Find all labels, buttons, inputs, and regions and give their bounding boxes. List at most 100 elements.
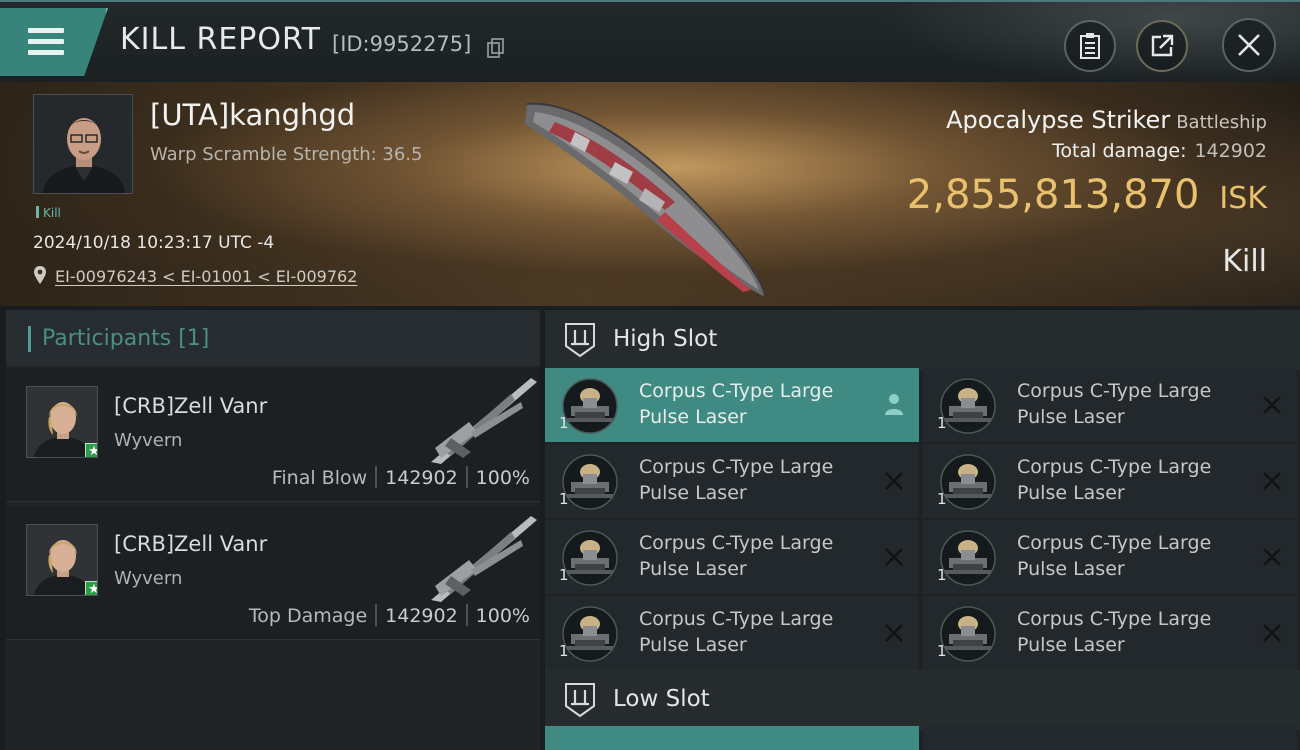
module-name: Corpus C-Type Large Pulse Laser — [1017, 530, 1247, 582]
participant-percent: 100% — [475, 605, 530, 627]
module-slot[interactable]: 1 Corpus C-Type Large Pulse Laser — [923, 444, 1297, 518]
module-quantity: 1 — [937, 414, 947, 432]
participants-panel: Participants [1] ★ [CRB]Zell Vanr Wyvern… — [6, 310, 540, 750]
copy-icon[interactable] — [487, 38, 505, 58]
participant-row[interactable]: ★ [CRB]Zell Vanr Wyvern Top Damage 142902… — [6, 506, 540, 640]
location-pin-icon — [34, 266, 46, 284]
low-slot-module-partial[interactable] — [923, 726, 1297, 750]
module-name-line1: Corpus C-Type Large — [1017, 608, 1212, 630]
destroyed-x-icon — [885, 472, 903, 490]
module-quantity: 1 — [559, 642, 569, 660]
module-slot[interactable]: 1 Corpus C-Type Large Pulse Laser — [545, 520, 919, 594]
participant-ship-image[interactable] — [411, 510, 541, 606]
kill-tag-label: Kill — [43, 206, 61, 220]
victim-banner: [UTA]kanghgd Warp Scramble Strength: 36.… — [0, 82, 1300, 306]
person-icon[interactable] — [883, 392, 905, 416]
divider — [375, 604, 378, 626]
ship-name[interactable]: Apocalypse Striker Battleship — [946, 106, 1267, 134]
module-name: Corpus C-Type Large Pulse Laser — [639, 606, 869, 658]
participant-damage: 142902 — [385, 605, 458, 627]
clipboard-button[interactable] — [1064, 20, 1116, 72]
location-text[interactable]: EI-00976243 < EI-01001 < EI-009762 — [55, 267, 357, 286]
kill-datetime: 2024/10/18 10:23:17 UTC -4 — [33, 233, 275, 253]
share-button[interactable] — [1136, 20, 1188, 72]
participant-name[interactable]: [CRB]Zell Vanr — [114, 394, 267, 418]
module-name-line1: Corpus C-Type Large — [1017, 532, 1212, 554]
clipboard-icon — [1080, 33, 1100, 59]
menu-button[interactable] — [0, 8, 108, 76]
low-slot-icon — [565, 683, 595, 718]
kill-id: [ID:9952275] — [332, 32, 472, 56]
participant-ship: Wyvern — [114, 568, 183, 589]
module-name-line1: Corpus C-Type Large — [639, 532, 834, 554]
module-name-line2: Pulse Laser — [639, 634, 747, 656]
divider — [375, 466, 378, 488]
divider — [465, 466, 468, 488]
victim-portrait-image — [34, 95, 132, 193]
participants-header-bar — [28, 326, 31, 352]
victim-portrait[interactable] — [33, 94, 133, 194]
participant-stats: Final Blow 142902 100% — [272, 466, 530, 489]
ship-name-text: Apocalypse Striker — [946, 106, 1171, 134]
header-bar: KILL REPORT [ID:9952275] — [0, 0, 1300, 84]
module-name-line1: Corpus C-Type Large — [1017, 456, 1212, 478]
module-name-line1: Corpus C-Type Large — [639, 608, 834, 630]
module-name-line1: Corpus C-Type Large — [639, 380, 834, 402]
fitting-panel: High Slot 1 Corpus C-Type Large Pulse Lase… — [545, 310, 1300, 750]
low-slot-header: Low Slot — [545, 670, 1300, 730]
participant-avatar[interactable]: ★ — [26, 524, 98, 596]
destroyed-x-icon — [1263, 472, 1281, 490]
module-name-line2: Pulse Laser — [1017, 558, 1125, 580]
module-name-line1: Corpus C-Type Large — [639, 456, 834, 478]
participant-ship-image[interactable] — [411, 372, 541, 468]
module-name-line1: Corpus C-Type Large — [1017, 380, 1212, 402]
isk-unit: ISK — [1219, 181, 1267, 216]
total-damage: Total damage: 142902 — [1052, 140, 1267, 162]
module-name-line2: Pulse Laser — [639, 406, 747, 428]
kill-tag-marker — [36, 206, 39, 218]
participant-percent: 100% — [475, 467, 530, 489]
star-badge-icon: ★ — [85, 443, 97, 457]
participant-avatar[interactable]: ★ — [26, 386, 98, 458]
divider — [465, 604, 468, 626]
module-name-line2: Pulse Laser — [1017, 406, 1125, 428]
module-quantity: 1 — [559, 566, 569, 584]
low-slot-module-partial[interactable] — [545, 726, 919, 750]
high-slot-header: High Slot — [545, 310, 1300, 370]
destroyed-x-icon — [885, 624, 903, 642]
module-name-line2: Pulse Laser — [1017, 634, 1125, 656]
module-quantity: 1 — [937, 566, 947, 584]
hamburger-menu-icon — [28, 28, 64, 56]
module-slot[interactable]: 1 Corpus C-Type Large Pulse Laser — [545, 368, 919, 442]
module-quantity: 1 — [937, 490, 947, 508]
ship-class: Battleship — [1176, 112, 1267, 133]
high-slot-icon — [565, 323, 595, 358]
participant-row[interactable]: ★ [CRB]Zell Vanr Wyvern Final Blow 142902… — [6, 368, 540, 502]
kill-tag: Kill — [36, 206, 61, 220]
module-slot[interactable]: 1 Corpus C-Type Large Pulse Laser — [923, 596, 1297, 670]
participant-role: Final Blow — [271, 467, 368, 489]
module-quantity: 1 — [559, 490, 569, 508]
module-name-line2: Pulse Laser — [1017, 482, 1125, 504]
isk-value: 2,855,813,870 ISK — [907, 172, 1267, 218]
destroyed-x-icon — [1263, 624, 1281, 642]
module-name: Corpus C-Type Large Pulse Laser — [639, 530, 869, 582]
module-slot[interactable]: 1 Corpus C-Type Large Pulse Laser — [545, 596, 919, 670]
victim-ship-image[interactable] — [515, 92, 785, 302]
module-slot[interactable]: 1 Corpus C-Type Large Pulse Laser — [545, 444, 919, 518]
module-name-line2: Pulse Laser — [639, 558, 747, 580]
module-slot[interactable]: 1 Corpus C-Type Large Pulse Laser — [923, 368, 1297, 442]
share-icon — [1151, 34, 1174, 57]
participant-damage: 142902 — [385, 467, 458, 489]
total-damage-value: 142902 — [1194, 140, 1267, 162]
destroyed-x-icon — [1263, 396, 1281, 414]
module-name: Corpus C-Type Large Pulse Laser — [1017, 606, 1247, 658]
total-damage-label: Total damage: — [1052, 140, 1187, 162]
victim-name[interactable]: [UTA]kanghgd — [150, 98, 355, 132]
close-button[interactable] — [1222, 18, 1276, 72]
participant-stats: Top Damage 142902 100% — [249, 604, 530, 627]
star-badge-icon: ★ — [85, 581, 97, 595]
module-slot[interactable]: 1 Corpus C-Type Large Pulse Laser — [923, 520, 1297, 594]
participant-name[interactable]: [CRB]Zell Vanr — [114, 532, 267, 556]
participant-role: Top Damage — [248, 605, 368, 627]
